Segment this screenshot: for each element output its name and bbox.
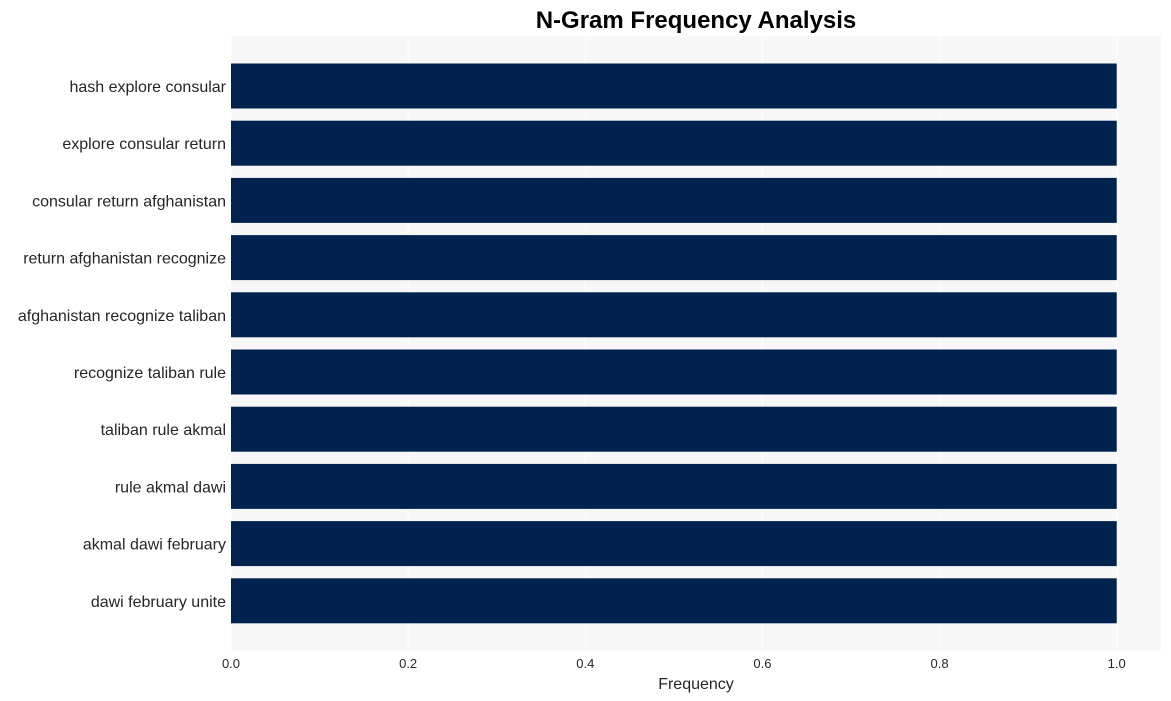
y-tick-label: explore consular return — [62, 136, 226, 153]
x-tick-labels: 0.0 0.2 0.4 0.6 0.8 1.0 — [222, 656, 1126, 671]
bar — [231, 120, 1117, 166]
y-tick-label: hash explore consular — [69, 79, 226, 96]
bar — [231, 235, 1117, 281]
bar — [231, 521, 1117, 567]
chart-title: N-Gram Frequency Analysis — [536, 7, 857, 34]
bar — [231, 63, 1117, 109]
y-tick-label: consular return afghanistan — [32, 193, 226, 210]
bar — [231, 177, 1117, 223]
y-tick-label: afghanistan recognize taliban — [18, 308, 226, 325]
x-axis-label: Frequency — [658, 676, 734, 693]
y-tick-label: recognize taliban rule — [74, 365, 226, 382]
bar — [231, 463, 1117, 509]
x-tick-label: 1.0 — [1108, 656, 1126, 671]
x-tick-label: 0.6 — [753, 656, 771, 671]
x-tick-label: 0.2 — [399, 656, 417, 671]
bar — [231, 406, 1117, 452]
y-tick-label: dawi february unite — [91, 594, 226, 611]
x-tick-label: 0.0 — [222, 656, 240, 671]
y-tick-label: return afghanistan recognize — [23, 251, 226, 268]
ngram-bar-chart: hash explore consular explore consular re… — [18, 7, 1161, 693]
x-tick-label: 0.4 — [576, 656, 594, 671]
bar — [231, 349, 1117, 395]
y-tick-label: akmal dawi february — [83, 537, 226, 554]
bar — [231, 292, 1117, 338]
y-tick-label: rule akmal dawi — [115, 479, 226, 496]
bar — [231, 578, 1117, 624]
x-tick-label: 0.8 — [931, 656, 949, 671]
y-tick-labels: hash explore consular explore consular re… — [18, 79, 227, 611]
y-tick-label: taliban rule akmal — [101, 422, 226, 439]
